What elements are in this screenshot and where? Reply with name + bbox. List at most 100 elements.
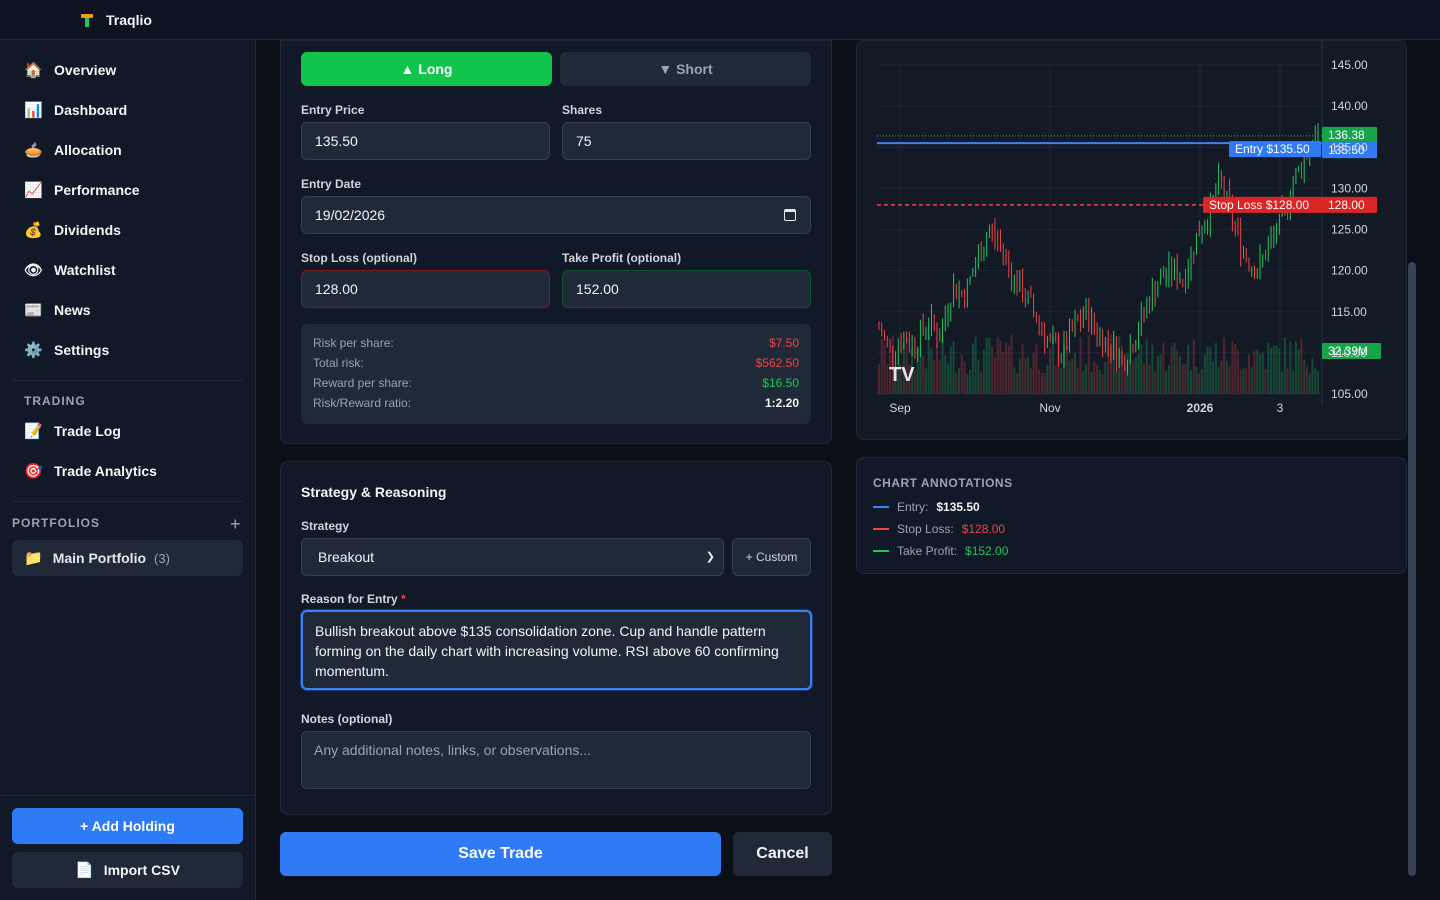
volume-bar [1137,353,1140,394]
volume-bar [878,364,880,394]
time-tick-label: 2026 [1187,401,1214,415]
volume-bar [1018,358,1021,394]
strategy-section-title: Strategy & Reasoning [301,484,447,500]
volume-bar [1234,343,1237,394]
volume-bar [1245,367,1248,394]
sidebar-divider [12,380,243,381]
strategy-selected-value: Breakout [318,549,375,565]
sidebar-item-allocation[interactable]: 🥧 Allocation [12,132,243,168]
volume-bar [1203,354,1206,394]
add-holding-button[interactable]: + Add Holding [12,808,243,844]
annotation-label: Take Profit: [897,544,958,558]
sidebar-item-watchlist[interactable]: 👁 Watchlist [12,252,243,288]
summary-label: Total risk: [313,356,364,370]
sidebar-item-trade-log[interactable]: 📝 Trade Log [12,413,243,449]
summary-label: Risk/Reward ratio: [313,396,412,410]
volume-bar [1098,370,1101,394]
volume-bar [966,373,969,394]
volume-bar [922,356,925,394]
volume-bar [1209,347,1212,394]
volume-bar [1278,348,1281,394]
entry-price-label: Entry Price [301,103,365,117]
take-profit-input[interactable]: 152.00 [562,270,811,308]
portfolio-item-main[interactable]: 📁 Main Portfolio (3) [12,540,243,576]
volume-bar [1079,337,1082,394]
volume-bar [919,354,922,394]
strategy-select[interactable]: Breakout ❯ [301,538,724,576]
portfolio-name: Main Portfolio [52,550,147,566]
volume-bar [996,337,999,394]
volume-bar [1270,347,1273,394]
stop-loss-line-swatch [873,528,889,530]
volume-bar [1049,348,1052,394]
summary-label: Risk per share: [313,336,394,350]
cancel-button[interactable]: Cancel [733,832,832,876]
volume-bar [1104,361,1107,394]
import-csv-button[interactable]: 📄 Import CSV [12,852,243,888]
tradingview-watermark-icon: TV [889,364,915,386]
price-tick-label: 135.00 [1331,140,1368,154]
sidebar-item-overview[interactable]: 🏠 Overview [12,52,243,88]
volume-bar [1308,373,1311,394]
stop-loss-label: Stop Loss (optional) [301,251,417,265]
sidebar-item-label: Overview [54,62,117,78]
volume-bar [1264,369,1267,394]
volume-bar [886,364,889,394]
volume-bar [935,344,938,394]
volume-bar [1005,342,1008,394]
custom-strategy-button[interactable]: + Custom [732,538,811,576]
volume-bar [1267,342,1270,394]
volume-bar [1242,368,1245,394]
price-chart-card[interactable]: 136.38 135.50 Entry $135.50 128.00 Stop Loss… [856,40,1407,440]
sidebar-divider [12,501,243,502]
volume-bar [985,337,988,394]
sidebar-item-settings[interactable]: ⚙️ Settings [12,332,243,368]
volume-bar [963,362,966,394]
stop-loss-input[interactable]: 128.00 [301,270,550,308]
sidebar-item-label: Allocation [54,142,122,158]
notes-label: Notes (optional) [301,712,393,726]
volume-bar [1151,344,1154,394]
volume-bar [947,363,950,394]
price-chart[interactable]: 136.38135.50Entry $135.50128.00Stop Loss… [857,41,1407,440]
volume-bar [971,343,974,394]
sidebar-item-news[interactable]: 📰 News [12,292,243,328]
summary-value: $16.50 [762,376,799,390]
entry-date-input[interactable]: 19/02/2026 [301,196,811,234]
volume-bar [1292,370,1295,394]
notes-textarea[interactable]: Any additional notes, links, or observat… [301,731,811,789]
volume-bar [958,368,961,394]
volume-bar [988,338,991,394]
sidebar-item-performance[interactable]: 📈 Performance [12,172,243,208]
annotation-take-profit: Take Profit: $152.00 [873,544,1008,558]
volume-bar [969,369,972,394]
volume-bar [1165,370,1168,394]
volume-bar [1187,345,1190,394]
sidebar-item-trade-analytics[interactable]: 🎯 Trade Analytics [12,453,243,489]
sidebar: 🏠 Overview 📊 Dashboard 🥧 Allocation 📈 Performan… [0,40,256,900]
volume-bar [1024,358,1027,394]
add-portfolio-plus-icon[interactable]: + [230,514,241,535]
volume-bar [1109,334,1112,394]
volume-bar [1065,345,1068,394]
long-direction-button[interactable]: ▲ Long [301,52,552,86]
calendar-icon[interactable] [784,209,796,221]
sidebar-item-dividends[interactable]: 💰 Dividends [12,212,243,248]
entry-price-input[interactable]: 135.50 [301,122,550,160]
save-trade-button[interactable]: Save Trade [280,832,721,876]
volume-bar [1239,369,1242,394]
price-tick-label: 145.00 [1331,58,1368,72]
reason-textarea[interactable]: Bullish breakout above $135 consolidatio… [301,610,812,690]
page-scrollbar[interactable] [1408,262,1416,876]
volume-bar [1225,361,1228,394]
short-direction-button[interactable]: ▼ Short [560,52,811,86]
sidebar-item-dashboard[interactable]: 📊 Dashboard [12,92,243,128]
time-tick-label: Sep [889,401,911,415]
volume-bar [1132,360,1135,394]
volume-bar [1051,336,1054,394]
volume-bar [944,355,947,394]
shares-input[interactable]: 75 [562,122,811,160]
portfolios-section-title: PORTFOLIOS [12,516,100,530]
volume-bar [938,359,941,394]
volume-bar [982,349,985,394]
